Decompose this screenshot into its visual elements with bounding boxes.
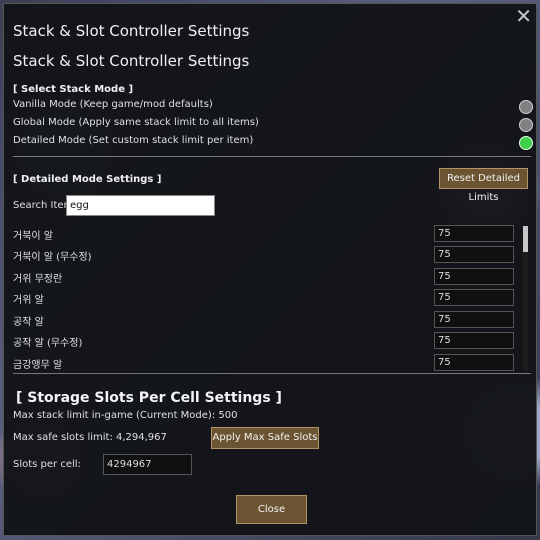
list-item: 거북이 알 (무수정) 75 — [13, 244, 519, 264]
item-name: 공작 알 (무수정) — [13, 338, 83, 349]
settings-dialog: Stack & Slot Controller Settings ✕ Stack… — [3, 3, 537, 536]
item-limit-input[interactable]: 75 — [434, 332, 514, 349]
list-item: 공작 알 (무수정) 75 — [13, 330, 519, 350]
item-name: 공작 알 — [13, 317, 44, 328]
close-button[interactable]: Close — [236, 495, 307, 524]
section-divider — [13, 373, 531, 374]
mode-option-label: Global Mode (Apply same stack limit to a… — [13, 117, 259, 128]
mode-option-vanilla[interactable]: Vanilla Mode (Keep game/mod defaults) — [13, 99, 533, 115]
slots-per-cell-input[interactable] — [103, 454, 192, 475]
item-list-scrollbar[interactable] — [523, 226, 528, 370]
list-item: 거위 무정란 75 — [13, 266, 519, 286]
item-limit-input[interactable]: 75 — [434, 246, 514, 263]
list-item: 거북이 알 75 — [13, 223, 519, 243]
scrollbar-thumb[interactable] — [523, 226, 528, 252]
window-title: Stack & Slot Controller Settings — [13, 22, 250, 40]
radio-global[interactable] — [519, 118, 533, 132]
detailed-section-label: [ Detailed Mode Settings ] — [13, 174, 162, 185]
list-item: 거위 알 75 — [13, 287, 519, 307]
list-item: 금강앵무 알 75 — [13, 352, 519, 371]
item-list: 거북이 알 75 거북이 알 (무수정) 75 거위 무정란 75 거위 알 7… — [13, 223, 523, 371]
list-item: 공작 알 75 — [13, 309, 519, 329]
item-name: 거위 무정란 — [13, 274, 63, 285]
search-item-input[interactable] — [66, 195, 215, 216]
item-name: 금강앵무 알 — [13, 360, 63, 371]
mode-option-label: Detailed Mode (Set custom stack limit pe… — [13, 135, 254, 146]
item-limit-input[interactable]: 75 — [434, 268, 514, 285]
apply-max-safe-slots-button[interactable]: Apply Max Safe Slots — [211, 427, 319, 449]
section-divider — [13, 156, 531, 157]
item-name: 거북이 알 — [13, 231, 53, 242]
slots-per-cell-label: Slots per cell: — [13, 459, 81, 470]
mode-option-global[interactable]: Global Mode (Apply same stack limit to a… — [13, 117, 533, 133]
radio-detailed[interactable] — [519, 136, 533, 150]
mode-option-detailed[interactable]: Detailed Mode (Set custom stack limit pe… — [13, 135, 533, 151]
stack-mode-section-label: [ Select Stack Mode ] — [13, 84, 134, 95]
radio-vanilla[interactable] — [519, 100, 533, 114]
storage-section-title: [ Storage Slots Per Cell Settings ] — [16, 390, 282, 406]
item-limit-input[interactable]: 75 — [434, 225, 514, 242]
close-icon[interactable]: ✕ — [515, 6, 532, 26]
max-safe-slots-text: Max safe slots limit: 4,294,967 — [13, 432, 167, 443]
item-name: 거북이 알 (무수정) — [13, 252, 92, 263]
mode-option-label: Vanilla Mode (Keep game/mod defaults) — [13, 99, 213, 110]
item-limit-input[interactable]: 75 — [434, 354, 514, 371]
item-limit-input[interactable]: 75 — [434, 289, 514, 306]
reset-detailed-limits-button[interactable]: Reset Detailed Limits — [439, 168, 528, 203]
max-stack-limit-text: Max stack limit in-game (Current Mode): … — [13, 410, 238, 421]
item-name: 거위 알 — [13, 295, 44, 306]
page-title: Stack & Slot Controller Settings — [13, 52, 250, 70]
item-limit-input[interactable]: 75 — [434, 311, 514, 328]
